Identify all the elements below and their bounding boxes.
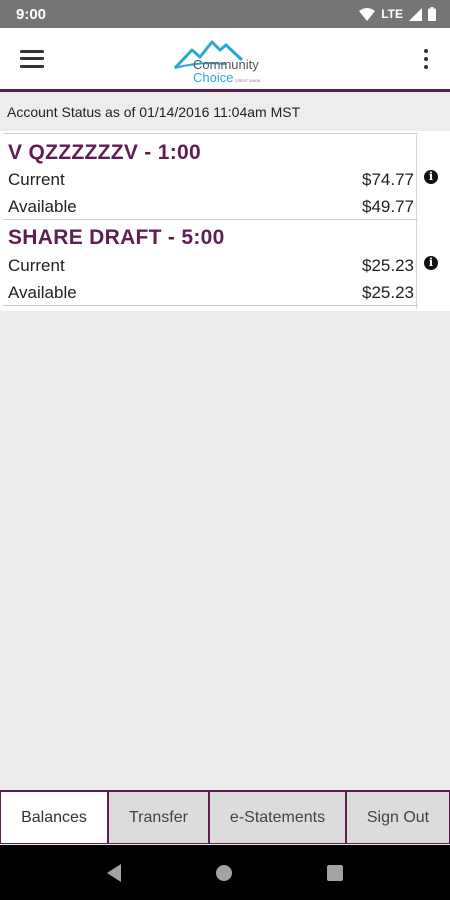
battery-icon xyxy=(428,7,436,21)
community-choice-logo: Community Choice CREDIT UNION xyxy=(173,40,261,85)
wifi-icon xyxy=(359,7,376,21)
status-bar: 9:00 LTE xyxy=(0,0,450,28)
available-value: $49.77 xyxy=(362,197,414,216)
status-icons: LTE xyxy=(359,7,436,21)
current-balance-row: Current $74.77 xyxy=(8,170,414,190)
current-label: Current xyxy=(8,256,65,275)
available-label: Available xyxy=(8,283,77,302)
available-balance-row: Available $25.23 xyxy=(8,283,414,303)
tab-e-statements[interactable]: e-Statements xyxy=(209,792,346,844)
available-balance-row: Available $49.77 xyxy=(8,197,414,217)
divider xyxy=(3,305,418,306)
info-icon[interactable]: i xyxy=(424,170,438,184)
account-name[interactable]: SHARE DRAFT - 5:00 xyxy=(8,226,225,250)
column-divider xyxy=(416,135,417,309)
home-icon[interactable] xyxy=(215,864,232,881)
current-label: Current xyxy=(8,170,65,189)
account-name[interactable]: V QZZZZZZV - 1:00 xyxy=(8,141,201,165)
network-type: LTE xyxy=(381,7,403,21)
recents-icon[interactable] xyxy=(326,864,343,881)
tab-sign-out[interactable]: Sign Out xyxy=(346,792,450,844)
current-balance-row: Current $25.23 xyxy=(8,256,414,276)
status-time: 9:00 xyxy=(16,5,47,23)
signal-icon xyxy=(409,7,422,21)
accounts-list: V QZZZZZZV - 1:00 Current $74.77 i Avail… xyxy=(0,131,450,311)
current-value: $25.23 xyxy=(362,256,414,275)
info-icon[interactable]: i xyxy=(424,256,438,270)
divider xyxy=(3,219,418,220)
logo-tag: CREDIT UNION xyxy=(235,79,261,83)
tab-balances[interactable]: Balances xyxy=(0,792,108,844)
tab-transfer[interactable]: Transfer xyxy=(108,792,209,844)
bottom-tab-bar: Balances Transfer e-Statements Sign Out xyxy=(0,790,450,844)
current-value: $74.77 xyxy=(362,170,414,189)
logo-line2: Choice xyxy=(193,70,233,85)
divider xyxy=(3,133,418,134)
back-icon[interactable] xyxy=(107,863,122,882)
menu-icon[interactable] xyxy=(20,49,44,68)
app-bar: Community Choice CREDIT UNION xyxy=(0,28,450,92)
more-options-icon[interactable] xyxy=(416,47,436,71)
available-label: Available xyxy=(8,197,77,216)
account-status-text: Account Status as of 01/14/2016 11:04am … xyxy=(0,95,450,131)
available-value: $25.23 xyxy=(362,283,414,302)
system-nav-bar xyxy=(0,845,450,900)
